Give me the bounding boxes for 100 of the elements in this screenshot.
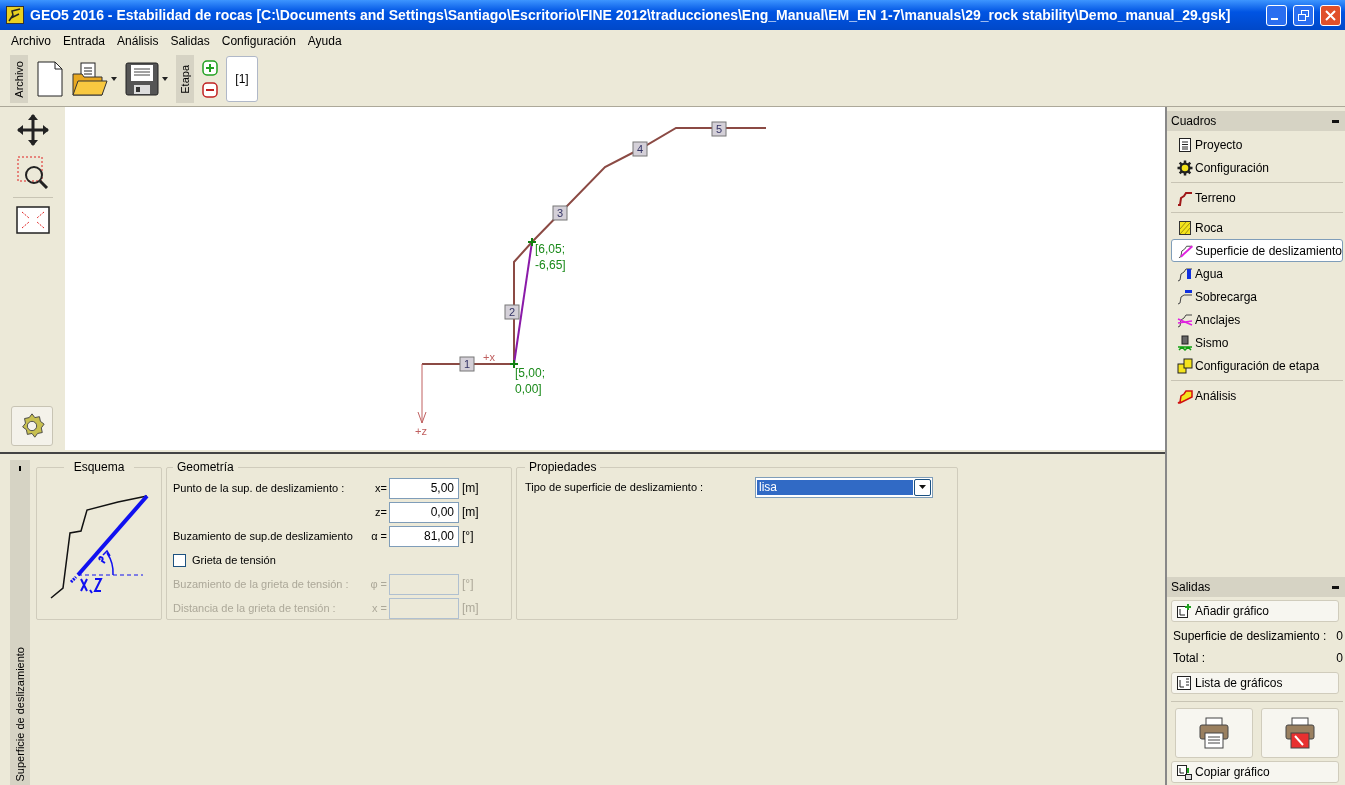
- add-stage-icon[interactable]: [202, 60, 218, 76]
- field-label: Buzamiento de sup.de deslizamiento: [173, 530, 353, 542]
- input-field[interactable]: 5,00: [389, 477, 459, 499]
- checkbox-label: Grieta de tensión: [192, 554, 276, 566]
- settings-button[interactable]: [11, 406, 53, 446]
- sidebar-item[interactable]: Superficie de deslizamiento: [1171, 239, 1343, 262]
- input-field[interactable]: 0,00: [389, 501, 459, 523]
- point-label: -6,65]: [535, 258, 566, 272]
- unit-label: [°]: [461, 577, 475, 591]
- point-marker: [509, 359, 519, 369]
- input-field[interactable]: 81,00: [389, 525, 459, 547]
- point-label: [6,05;: [535, 242, 566, 256]
- minimize-button[interactable]: [1266, 4, 1287, 26]
- slope-water-icon: [1177, 265, 1193, 282]
- print-button[interactable]: [1261, 708, 1339, 758]
- document-icon: [1177, 136, 1193, 153]
- unit-label: [m]: [461, 505, 480, 519]
- symbol-label: α =: [371, 530, 388, 542]
- group-title: Propiedades: [528, 460, 598, 474]
- sidebar-item[interactable]: Roca: [1171, 216, 1343, 239]
- menu-item[interactable]: Configuración: [216, 32, 301, 50]
- move-icon[interactable]: [15, 113, 50, 147]
- collapse-icon[interactable]: [1332, 119, 1339, 123]
- printer-icon: [1199, 717, 1229, 749]
- add-chart-button[interactable]: Añadir gráfico: [1171, 600, 1339, 622]
- point-marker: [527, 237, 537, 247]
- menu-item[interactable]: Entrada: [58, 32, 111, 50]
- sidebar-item[interactable]: Proyecto: [1171, 133, 1343, 156]
- unit-label: [m]: [461, 481, 480, 495]
- collapse-icon[interactable]: [1332, 585, 1339, 589]
- caret-icon: [162, 77, 168, 81]
- gear-icon: [1177, 159, 1193, 176]
- point-label: [5,00;: [515, 366, 546, 380]
- point-label: 0,00]: [515, 382, 542, 396]
- count-value: 0: [1336, 651, 1343, 665]
- analysis-icon: [1177, 387, 1193, 404]
- count-value: 0: [1336, 629, 1343, 643]
- toolbar-group-label: Archivo: [10, 55, 28, 103]
- stage-tab[interactable]: [1]: [226, 56, 258, 102]
- group-title: Geometría: [176, 460, 235, 474]
- copy-chart-button[interactable]: Copiar gráfico: [1171, 761, 1339, 783]
- group-title: Esquema: [72, 460, 126, 474]
- step-line-icon: [1177, 189, 1193, 206]
- unit-label: [m]: [461, 601, 480, 615]
- menu-item[interactable]: Ayuda: [302, 32, 347, 50]
- caret-icon: [111, 77, 117, 81]
- unit-label: [°]: [461, 529, 475, 543]
- menu-item[interactable]: Análisis: [112, 32, 164, 50]
- field-label: Buzamiento de la grieta de tensión :: [173, 578, 349, 590]
- window-title: GEO5 2016 - Estabilidad de rocas [C:\Documents and Settings\Santiago\Escritorio\FINE 2012\traducciones\Eng_Manual\EM_EN 1-7\manuals\29_rock stability\Demo_manual_29.gsk]: [30, 7, 1232, 23]
- sidebar-item[interactable]: Anclajes: [1171, 308, 1343, 331]
- sidebar-item[interactable]: Configuración de etapa: [1171, 354, 1343, 377]
- checkbox[interactable]: [173, 553, 186, 567]
- sidebar-item[interactable]: Configuración: [1171, 156, 1343, 179]
- app-icon: [6, 6, 24, 24]
- zoom-window-icon[interactable]: [15, 155, 50, 189]
- field-label: Distancia de la grieta de tensión :: [173, 602, 336, 614]
- symbol-label: x =: [372, 602, 388, 614]
- slope-anchor-icon: [1177, 311, 1193, 328]
- axis-label: +x: [483, 351, 495, 363]
- field-label: Punto de la sup. de deslizamiento :: [173, 482, 345, 494]
- sidebar-item[interactable]: Análisis: [1171, 384, 1343, 407]
- vertical-tab[interactable]: Superficie de deslizamiento: [10, 460, 30, 785]
- symbol-label: z=: [375, 506, 388, 518]
- toolbar-group-label: Etapa: [176, 55, 194, 103]
- count-label: Superficie de deslizamiento :: [1173, 629, 1327, 643]
- close-button[interactable]: [1320, 4, 1341, 26]
- panel-header[interactable]: Salidas: [1167, 577, 1345, 597]
- z-axis-arrow: [417, 363, 427, 424]
- menu-item[interactable]: Salidas: [165, 32, 215, 50]
- segment-label: 2: [504, 304, 520, 320]
- sidebar-item[interactable]: Terreno: [1171, 186, 1343, 209]
- seismic-icon: [1177, 334, 1193, 351]
- count-label: Total :: [1173, 651, 1205, 665]
- chart-add-icon: [1176, 603, 1192, 619]
- sidebar-item[interactable]: Sismo: [1171, 331, 1343, 354]
- segment-label: 1: [459, 356, 475, 372]
- fit-view-icon[interactable]: [15, 206, 50, 234]
- sidebar-item[interactable]: Sobrecarga: [1171, 285, 1343, 308]
- sidebar-item[interactable]: Agua: [1171, 262, 1343, 285]
- stage-icon: [1177, 357, 1193, 374]
- remove-stage-icon[interactable]: [202, 82, 218, 98]
- save-button[interactable]: [125, 62, 168, 96]
- symbol-label: φ =: [370, 578, 388, 590]
- open-button[interactable]: [72, 62, 117, 96]
- minimize-icon: [1271, 18, 1278, 20]
- segment-label: 3: [552, 205, 568, 221]
- menu-item[interactable]: Archivo: [6, 32, 56, 50]
- field-label: Tipo de superficie de deslizamiento :: [525, 481, 705, 493]
- segment-label: 4: [632, 141, 648, 157]
- chart-list-button[interactable]: Lista de gráficos: [1171, 672, 1339, 694]
- panel-title: Cuadros: [1171, 114, 1217, 128]
- new-file-button[interactable]: [36, 61, 64, 97]
- print-button[interactable]: [1175, 708, 1253, 758]
- axis-label: +z: [415, 425, 427, 437]
- restore-button[interactable]: [1293, 4, 1314, 26]
- dropdown[interactable]: lisa: [755, 476, 933, 498]
- symbol-label: x=: [375, 482, 388, 494]
- panel-header[interactable]: Cuadros: [1167, 111, 1345, 131]
- caret-icon: [919, 485, 926, 489]
